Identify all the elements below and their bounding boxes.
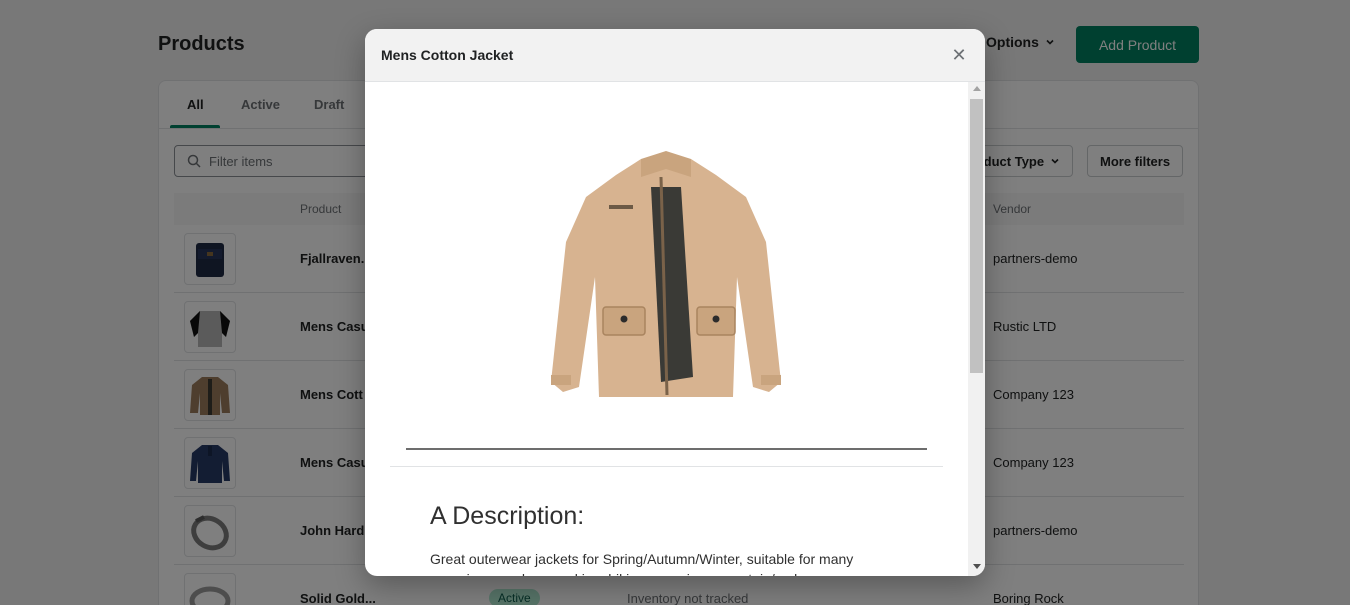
divider xyxy=(390,466,943,467)
description-heading: A Description: xyxy=(430,502,585,530)
product-modal: Mens Cotton Jacket ✕ A Description: Grea xyxy=(365,29,985,576)
modal-body: A Description: Great outerwear jackets f… xyxy=(365,82,968,576)
modal-scrollbar[interactable] xyxy=(968,82,985,576)
close-icon[interactable]: ✕ xyxy=(950,46,968,64)
modal-header: Mens Cotton Jacket ✕ xyxy=(365,29,985,82)
divider xyxy=(406,448,927,450)
description-text: Great outerwear jackets for Spring/Autum… xyxy=(430,551,854,576)
scroll-down-icon[interactable] xyxy=(973,564,981,569)
scroll-thumb[interactable] xyxy=(970,99,983,373)
modal-title: Mens Cotton Jacket xyxy=(381,47,514,63)
product-image xyxy=(551,151,781,397)
scroll-up-icon[interactable] xyxy=(973,86,981,91)
